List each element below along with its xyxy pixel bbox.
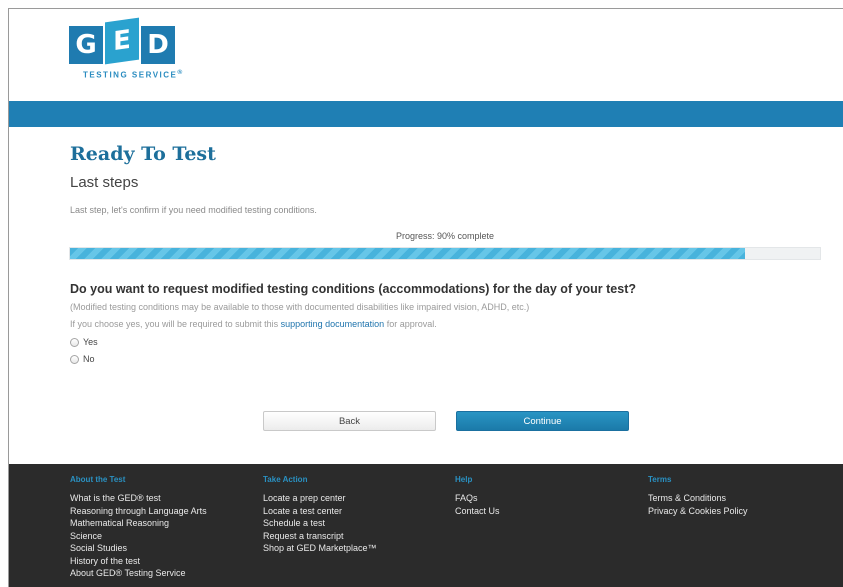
progress-fill [70,248,745,259]
option-no[interactable]: No [70,354,95,364]
logo-tagline: TESTING SERVICE® [83,69,184,80]
footer-link[interactable]: Science [70,530,207,543]
radio-yes[interactable] [70,337,79,347]
footer-column-help: Help FAQs Contact Us [455,475,500,517]
footer-column-about: About the Test What is the GED® test Rea… [70,475,207,580]
footer-link[interactable]: Schedule a test [263,517,377,530]
logo-letter-d: D [141,26,175,64]
footer-link[interactable]: Reasoning through Language Arts [70,505,207,518]
continue-button[interactable]: Continue [456,411,629,431]
page-title: Ready To Test [70,143,216,165]
intro-text: Last step, let's confirm if you need mod… [70,205,317,215]
logo-letter-g: G [69,26,103,64]
ged-logo[interactable]: G E D TESTING SERVICE® [69,17,189,96]
radio-no[interactable] [70,354,79,364]
footer-link[interactable]: History of the test [70,555,207,568]
question-note-disabilities: (Modified testing conditions may be avai… [70,302,530,312]
footer-column-take-action: Take Action Locate a prep center Locate … [263,475,377,555]
option-yes-label: Yes [83,337,98,347]
logo-letters: G E D [69,17,189,65]
progress-bar [69,247,821,260]
question-note-documentation: If you choose yes, you will be required … [70,319,437,329]
footer-link[interactable]: Locate a test center [263,505,377,518]
footer-link[interactable]: Contact Us [455,505,500,518]
supporting-documentation-link[interactable]: supporting documentation [281,319,385,329]
footer-link[interactable]: Terms & Conditions [648,492,748,505]
progress-label: Progress: 90% complete [395,231,495,241]
header-band [9,101,843,127]
footer-heading: Terms [648,475,672,484]
site-footer: About the Test What is the GED® test Rea… [9,464,843,587]
footer-link[interactable]: Mathematical Reasoning [70,517,207,530]
footer-link[interactable]: Social Studies [70,542,207,555]
page-subtitle: Last steps [70,174,139,191]
option-no-label: No [83,354,95,364]
footer-link[interactable]: Locate a prep center [263,492,377,505]
back-button[interactable]: Back [263,411,436,431]
footer-column-terms: Terms Terms & Conditions Privacy & Cooki… [648,475,748,517]
footer-heading: Help [455,475,473,484]
footer-link[interactable]: Privacy & Cookies Policy [648,505,748,518]
footer-link[interactable]: Shop at GED Marketplace™ [263,542,377,555]
footer-heading: About the Test [70,475,126,484]
footer-link[interactable]: About GED® Testing Service [70,567,207,580]
option-yes[interactable]: Yes [70,337,98,347]
footer-link[interactable]: What is the GED® test [70,492,207,505]
footer-link[interactable]: FAQs [455,492,500,505]
footer-link[interactable]: Request a transcript [263,530,377,543]
accommodations-question: Do you want to request modified testing … [70,282,637,296]
site-header: G E D TESTING SERVICE® [9,9,843,101]
browser-viewport: G E D TESTING SERVICE® Ready To Test Las… [8,8,843,587]
logo-letter-e: E [105,17,139,65]
footer-heading: Take Action [263,475,308,484]
